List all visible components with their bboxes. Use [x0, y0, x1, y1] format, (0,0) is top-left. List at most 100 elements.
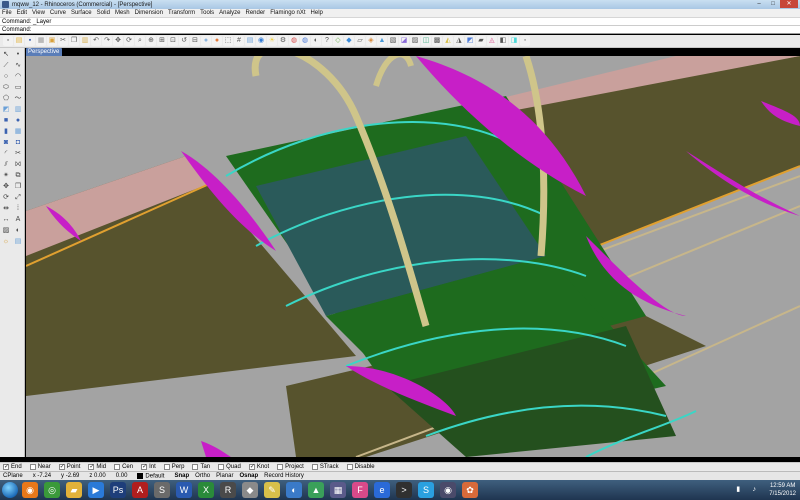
- menu-edit[interactable]: Edit: [17, 10, 27, 16]
- zoom-window-icon[interactable]: ⊕: [146, 36, 156, 46]
- status-pane-osnap[interactable]: Osnap: [239, 473, 258, 479]
- toolbar-icon-43[interactable]: ◩: [465, 36, 475, 46]
- osnap-strack[interactable]: STrack: [311, 464, 339, 470]
- osnap-int[interactable]: ✓ Int: [141, 464, 156, 470]
- close-button[interactable]: ✕: [780, 0, 798, 8]
- photoshop-icon[interactable]: Ps: [110, 482, 126, 498]
- toolbar-icon-48[interactable]: ◦: [520, 36, 530, 46]
- osnap-checkbox[interactable]: [218, 464, 225, 470]
- open-file-icon[interactable]: ▤: [14, 36, 24, 46]
- acrobat-icon[interactable]: A: [132, 482, 148, 498]
- rotate-view-icon[interactable]: ⟳: [124, 36, 134, 46]
- skype-icon[interactable]: S: [418, 482, 434, 498]
- media-player-icon[interactable]: ▶: [88, 482, 104, 498]
- camera-icon[interactable]: ◉: [440, 482, 456, 498]
- osnap-perp[interactable]: Perp: [163, 464, 184, 470]
- terminal-icon[interactable]: >: [396, 482, 412, 498]
- properties-icon[interactable]: ◉: [256, 36, 266, 46]
- rendered-icon[interactable]: ●: [212, 36, 222, 46]
- osnap-checkbox[interactable]: [114, 464, 121, 470]
- move-icon[interactable]: ✥: [1, 182, 11, 191]
- new-file-icon[interactable]: ▫: [3, 36, 13, 46]
- status-pane-planar[interactable]: Planar: [216, 473, 233, 479]
- toolbar-icon-33[interactable]: ▱: [355, 36, 365, 46]
- surface-icon[interactable]: ◩: [1, 105, 11, 114]
- menu-tools[interactable]: Tools: [200, 10, 214, 16]
- toolbar-icon-39[interactable]: ◫: [421, 36, 431, 46]
- menu-render[interactable]: Render: [246, 10, 266, 16]
- osnap-end[interactable]: ✓ End: [3, 464, 22, 470]
- group-icon[interactable]: ⧉: [13, 171, 23, 180]
- cut-icon[interactable]: ✂: [58, 36, 68, 46]
- status-pane-record-history[interactable]: Record History: [264, 473, 304, 479]
- undo-view-icon[interactable]: ↺: [179, 36, 189, 46]
- menu-curve[interactable]: Curve: [50, 10, 66, 16]
- undo-icon[interactable]: ↶: [91, 36, 101, 46]
- light-icon[interactable]: ☀: [267, 36, 277, 46]
- menu-dimension[interactable]: Dimension: [135, 10, 163, 16]
- zoom-extents-icon[interactable]: ⊞: [157, 36, 167, 46]
- color-icon[interactable]: ◍: [289, 36, 299, 46]
- toolbar-icon-42[interactable]: ◮: [454, 36, 464, 46]
- split-icon[interactable]: ⫽: [1, 160, 11, 169]
- osnap-checkbox[interactable]: ✓: [3, 464, 9, 470]
- viewport-layout-icon[interactable]: ⊟: [190, 36, 200, 46]
- viewport-title[interactable]: Perspective: [26, 48, 62, 56]
- join-icon[interactable]: ⨝: [13, 160, 23, 169]
- select-icon[interactable]: ⬚: [223, 36, 233, 46]
- toolbar-icon-36[interactable]: ▧: [388, 36, 398, 46]
- toolbar-icon-47[interactable]: ◨: [509, 36, 519, 46]
- analyze-side-icon[interactable]: ◐: [13, 226, 23, 235]
- freeform-icon[interactable]: 〜: [13, 94, 23, 103]
- osnap-knot[interactable]: ✓ Knot: [248, 464, 269, 470]
- rotate-icon[interactable]: ⟳: [1, 193, 11, 202]
- network-icon[interactable]: ▮: [733, 485, 743, 495]
- excel-icon[interactable]: X: [198, 482, 214, 498]
- curve-icon[interactable]: ∿: [13, 61, 23, 70]
- box-icon[interactable]: ■: [1, 116, 11, 125]
- toolbar-icon-31[interactable]: ◇: [333, 36, 343, 46]
- redo-icon[interactable]: ↷: [102, 36, 112, 46]
- dimension-icon[interactable]: ↔: [1, 215, 11, 224]
- wifi-app-icon[interactable]: ◐: [286, 482, 302, 498]
- osnap-project[interactable]: Project: [277, 464, 304, 470]
- minimize-button[interactable]: –: [752, 0, 766, 8]
- menu-file[interactable]: File: [2, 10, 12, 16]
- word-icon[interactable]: W: [176, 482, 192, 498]
- print-icon[interactable]: ▦: [36, 36, 46, 46]
- osnap-checkbox[interactable]: [192, 464, 199, 470]
- menu-solid[interactable]: Solid: [97, 10, 110, 16]
- explode-icon[interactable]: ✴: [1, 171, 11, 180]
- fillet-icon[interactable]: ◜: [1, 149, 11, 158]
- copy-icon[interactable]: ❐: [69, 36, 79, 46]
- osnap-checkbox[interactable]: ✓: [248, 464, 255, 470]
- boolean-union-icon[interactable]: ◙: [1, 138, 11, 147]
- mesh-icon[interactable]: ▦: [13, 127, 23, 136]
- osnap-tan[interactable]: Tan: [192, 464, 210, 470]
- sphere-icon[interactable]: ●: [13, 116, 23, 125]
- arc-icon[interactable]: ◠: [13, 72, 23, 81]
- notes-icon[interactable]: ✎: [264, 482, 280, 498]
- save-icon[interactable]: ▪: [25, 36, 35, 46]
- toolbar-icon-35[interactable]: ▲: [377, 36, 387, 46]
- osnap-disable[interactable]: Disable: [346, 464, 375, 470]
- options-icon[interactable]: ⚙: [278, 36, 288, 46]
- material-icon[interactable]: ◍: [300, 36, 310, 46]
- menu-mesh[interactable]: Mesh: [115, 10, 130, 16]
- trim-icon[interactable]: ✂: [13, 149, 23, 158]
- sketch-icon[interactable]: S: [154, 482, 170, 498]
- rectangle-icon[interactable]: ▭: [13, 83, 23, 92]
- osnap-checkbox[interactable]: ✓: [141, 464, 147, 470]
- select-arrow-icon[interactable]: ↖: [1, 50, 11, 59]
- osnap-checkbox[interactable]: ✓: [58, 464, 65, 470]
- osnap-checkbox[interactable]: [163, 464, 170, 470]
- osnap-cen[interactable]: Cen: [114, 464, 133, 470]
- firefox-icon[interactable]: ◉: [22, 482, 38, 498]
- rhino-icon[interactable]: R: [220, 482, 236, 498]
- ellipse-icon[interactable]: ⬭: [1, 83, 11, 92]
- clock[interactable]: 12:59 AM 7/15/2012: [769, 482, 796, 498]
- perspective-viewport[interactable]: [26, 56, 800, 457]
- array-icon[interactable]: ⁞: [13, 204, 23, 213]
- copy-obj-icon[interactable]: ❐: [13, 182, 23, 191]
- zoom-selected-icon[interactable]: ⊡: [168, 36, 178, 46]
